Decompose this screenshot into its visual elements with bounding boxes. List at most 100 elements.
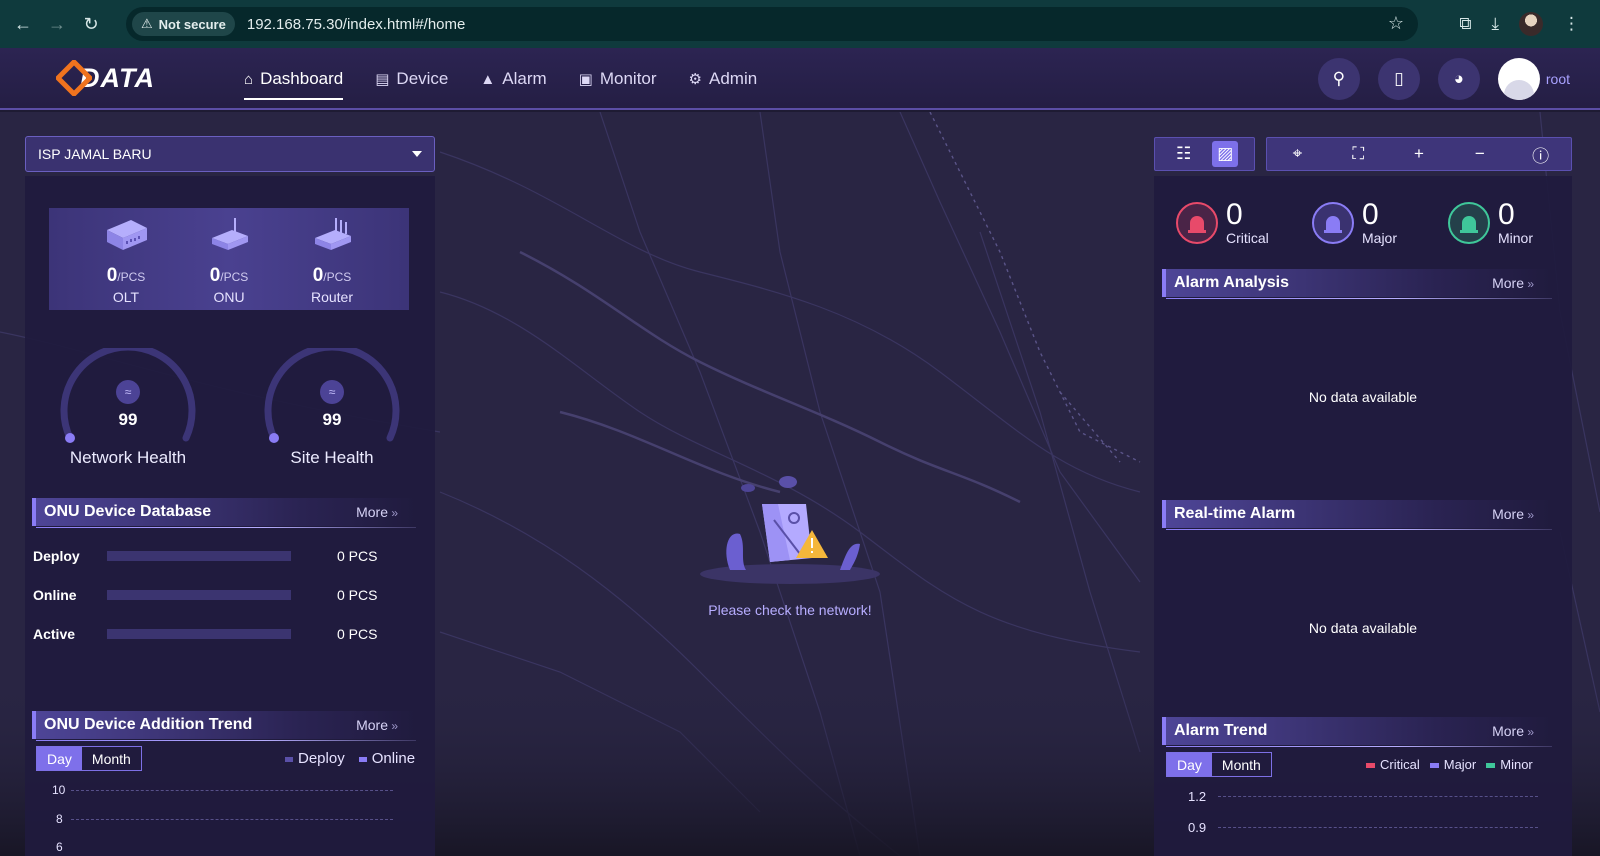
- onu-trend-legend: Deploy Online: [285, 750, 415, 767]
- site-health-gauge[interactable]: ≈ 99 Site Health: [257, 348, 407, 468]
- info-button[interactable]: ⓘ: [1528, 141, 1554, 167]
- browser-toolbar: ← → ↻ ⚠ Not secure 192.168.75.30/index.h…: [0, 0, 1600, 48]
- logo[interactable]: DATA: [56, 58, 155, 98]
- bookmark-star-icon[interactable]: ☆: [1388, 13, 1404, 34]
- device-olt[interactable]: 0/PCS OLT: [86, 216, 166, 305]
- nav-label: Alarm: [502, 69, 547, 88]
- critical-label: Critical: [1226, 230, 1269, 246]
- gear-icon: ⚙: [688, 71, 702, 88]
- alarm-critical[interactable]: 0 Critical: [1176, 200, 1269, 246]
- y-tick-label: 1.2: [1188, 789, 1207, 804]
- onu-trend-more-link[interactable]: More: [356, 717, 398, 733]
- zoom-in-button[interactable]: +: [1406, 141, 1432, 167]
- toggle-month[interactable]: Month: [82, 747, 141, 770]
- topology-view-button[interactable]: ☷: [1171, 141, 1197, 167]
- plus-icon: +: [1414, 144, 1424, 163]
- nav-device[interactable]: ▤ Device: [375, 48, 448, 110]
- network-health-value: 99: [118, 410, 138, 429]
- y-tick-label: 8: [56, 812, 63, 826]
- left-panel: 0/PCS OLT 0/PCS ONU 0/PCS Router ≈ 99 Ne…: [25, 176, 435, 856]
- legend-swatch: [285, 756, 293, 762]
- alarm-trend-more-link[interactable]: More: [1492, 723, 1534, 739]
- search-button[interactable]: ⚲: [1317, 58, 1360, 100]
- onu-trend-toggle: Day Month: [36, 746, 142, 771]
- legend-online[interactable]: Online: [358, 750, 416, 767]
- legend-critical[interactable]: Critical: [1366, 757, 1420, 772]
- security-indicator[interactable]: ⚠ Not secure: [132, 12, 235, 36]
- toggle-day[interactable]: Day: [37, 747, 82, 770]
- major-count: 0: [1362, 198, 1379, 231]
- network-health-label: Network Health: [69, 448, 187, 467]
- router-count: 0: [312, 265, 324, 286]
- onu-label: ONU: [213, 289, 245, 305]
- olt-icon: [107, 220, 147, 250]
- fullscreen-button[interactable]: ⛶: [1345, 141, 1371, 167]
- device-onu[interactable]: 0/PCS ONU: [189, 216, 269, 305]
- forward-icon[interactable]: →: [40, 7, 74, 41]
- legend-major[interactable]: Major: [1429, 757, 1476, 772]
- organization-select-value: ISP JAMAL BARU: [38, 146, 152, 162]
- device-summary: 0/PCS OLT 0/PCS ONU 0/PCS Router: [49, 208, 409, 310]
- download-icon[interactable]: ⤓: [1491, 14, 1499, 34]
- menu-kebab-icon[interactable]: ⋮: [1563, 14, 1580, 34]
- db-row-label: Active: [33, 626, 76, 642]
- url-text[interactable]: 192.168.75.30/index.html#/home: [247, 16, 466, 33]
- extensions-icon[interactable]: ⧉: [1459, 14, 1471, 34]
- server-icon: ▤: [375, 71, 390, 88]
- olt-count: 0: [106, 265, 118, 286]
- nav-dashboard[interactable]: ⌂ Dashboard: [244, 48, 344, 110]
- db-row-value: 0 PCS: [337, 587, 378, 603]
- onu-database-more-link[interactable]: More: [356, 504, 398, 520]
- siren-icon: [1448, 202, 1490, 244]
- info-icon: ⓘ: [1532, 146, 1550, 166]
- realtime-alarm-more-link[interactable]: More: [1492, 506, 1534, 522]
- user-name[interactable]: root: [1546, 71, 1570, 87]
- zoom-out-button[interactable]: −: [1467, 141, 1493, 167]
- nav-alarm[interactable]: ▲ Alarm: [480, 48, 546, 110]
- nav-label: Monitor: [599, 69, 657, 88]
- user-avatar[interactable]: [1497, 58, 1540, 100]
- legend-minor[interactable]: Minor: [1486, 757, 1533, 772]
- address-bar[interactable]: ⚠ Not secure 192.168.75.30/index.html#/h…: [126, 7, 1418, 41]
- alarm-minor[interactable]: 0 Minor: [1448, 200, 1533, 246]
- legend-swatch: [358, 756, 367, 762]
- legend-label: Online: [371, 750, 416, 767]
- network-error-illustration: [700, 476, 880, 584]
- map-icon: ▨: [1217, 144, 1234, 163]
- gridline: [71, 819, 393, 820]
- legend-swatch: [1486, 763, 1496, 769]
- minus-icon: −: [1474, 144, 1485, 163]
- critical-count: 0: [1226, 198, 1243, 231]
- nav-monitor[interactable]: ▣ Monitor: [579, 48, 657, 110]
- alarm-analysis-more-link[interactable]: More: [1492, 275, 1534, 291]
- toggle-day[interactable]: Day: [1167, 753, 1212, 776]
- alarm-trend-header: Alarm Trend More: [1162, 717, 1552, 747]
- device-router[interactable]: 0/PCS Router: [292, 216, 372, 305]
- realtime-alarm-empty: No data available: [1308, 620, 1418, 636]
- siren-icon: ▲: [480, 70, 496, 88]
- organization-select[interactable]: ISP JAMAL BARU: [25, 136, 435, 172]
- locate-button[interactable]: ⌖: [1284, 141, 1310, 167]
- network-health-gauge[interactable]: ≈ 99 Network Health: [53, 348, 203, 468]
- olt-unit: /PCS: [117, 270, 146, 284]
- db-row-value: 0 PCS: [337, 626, 378, 642]
- nav-admin[interactable]: ⚙ Admin: [689, 48, 758, 110]
- nav-label: Dashboard: [260, 69, 344, 88]
- alarm-trend-title: Alarm Trend: [1174, 722, 1268, 739]
- realtime-alarm-header: Real-time Alarm More: [1162, 500, 1552, 530]
- alarm-major[interactable]: 0 Major: [1312, 200, 1397, 246]
- legend-deploy[interactable]: Deploy: [285, 750, 345, 767]
- dashboard-button[interactable]: ◕: [1437, 58, 1480, 100]
- site-health-value: 99: [322, 410, 342, 429]
- toggle-month[interactable]: Month: [1212, 753, 1271, 776]
- map-view-button[interactable]: ▨: [1212, 141, 1239, 167]
- y-tick-label: 10: [52, 783, 66, 797]
- reload-icon[interactable]: ↻: [74, 7, 108, 41]
- map-view-toggle: ☷ ▨: [1154, 137, 1255, 171]
- profile-avatar[interactable]: [1519, 12, 1543, 36]
- router-icon: [315, 218, 351, 250]
- back-icon[interactable]: ←: [6, 7, 40, 41]
- db-row-label: Deploy: [33, 548, 80, 564]
- crosshair-icon: ⌖: [1292, 144, 1303, 163]
- mobile-button[interactable]: ▯: [1377, 58, 1420, 100]
